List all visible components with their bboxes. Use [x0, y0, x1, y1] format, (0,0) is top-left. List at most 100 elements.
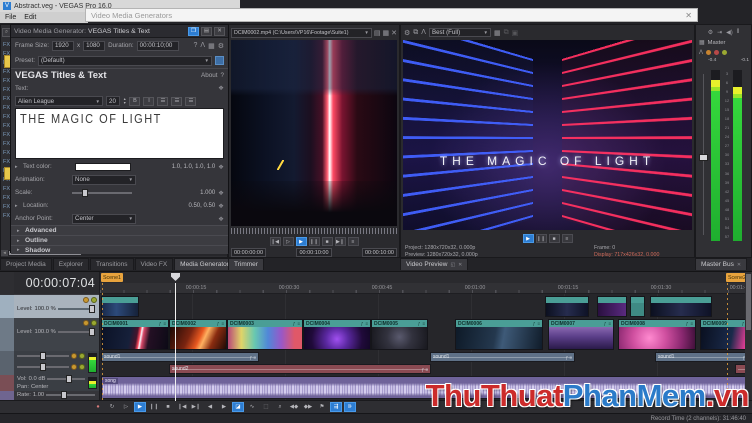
play-button[interactable]: ▶ — [134, 402, 146, 412]
font-size-field[interactable]: 20 — [106, 96, 120, 106]
insert-marker-button[interactable]: ⚑ — [316, 402, 328, 412]
video-clip[interactable]: DCIM0003 ƒ ≡ — [227, 319, 303, 350]
split-screen-icon[interactable]: ▦ — [494, 29, 501, 37]
track-header-audio1[interactable] — [14, 351, 99, 375]
mute-button[interactable] — [83, 320, 89, 326]
align-right-button[interactable]: ☰ — [185, 96, 197, 106]
clip-fx-icon[interactable]: ƒ — [604, 321, 607, 326]
animate-icon[interactable]: ❖ — [218, 84, 224, 92]
section-shadow[interactable]: ▸ Shadow — [11, 245, 228, 254]
next-frame-button[interactable]: ▶ — [218, 402, 230, 412]
mute-button[interactable] — [71, 364, 77, 370]
audio-track-sound1[interactable]: sound1ƒ ≡ sound1ƒ ≡ sound1ƒ ≡ — [100, 351, 745, 363]
animation-dropdown[interactable]: None ▼ — [72, 174, 136, 185]
enable-snapping-button[interactable]: ⊪ — [344, 402, 356, 412]
video-track[interactable]: DCIM0001 ƒ ≡ DCIM0002 ƒ ≡ DCIM0003 ƒ ≡ DCIM0004 ƒ ≡… — [100, 318, 745, 351]
level-slider[interactable] — [57, 328, 95, 336]
trimmer-waveform-strip[interactable] — [231, 228, 397, 234]
about-link[interactable]: About — [201, 72, 217, 79]
menu-edit[interactable]: Edit — [24, 14, 36, 21]
expander-icon[interactable]: ▸ — [15, 164, 20, 170]
clip-fx-icon[interactable]: ƒ — [361, 321, 364, 326]
trim-start-time[interactable]: 00:00:00:00 — [231, 248, 267, 257]
video-clip[interactable]: DCIM0008 ƒ ≡ — [618, 319, 696, 350]
help-icon[interactable]: ? — [194, 42, 198, 49]
floating-window-titlebar[interactable]: Video Media Generators ✕ — [85, 8, 698, 22]
audio-clip[interactable]: sound1ƒ ≡ — [655, 352, 745, 362]
section-advanced[interactable]: ▸ Advanced — [11, 225, 228, 235]
clip-menu-icon[interactable]: ≡ — [221, 321, 224, 326]
track-header-audio2[interactable]: Vol: 0.0 dB Pan: Center — [14, 375, 99, 391]
preview-video-frame[interactable]: THE MAGIC OF LIGHT — [403, 40, 692, 230]
audio-clip[interactable] — [735, 364, 745, 374]
pause-button[interactable]: ❙❙ — [148, 402, 160, 412]
font-family-dropdown[interactable]: Alien League ▼ — [15, 96, 103, 106]
fx-icon[interactable]: Λ — [699, 50, 703, 56]
marker[interactable]: Scene2 — [726, 273, 745, 282]
dialog-close-button[interactable]: ✕ — [214, 26, 225, 36]
layout-icon[interactable]: ⫴ — [737, 29, 740, 36]
audio-clip[interactable]: sound2 ƒ ≡ — [169, 364, 431, 374]
tab-transitions[interactable]: Transitions — [89, 258, 134, 270]
preview-pause-button[interactable]: ❙❙ — [535, 234, 547, 243]
clip-fx-icon[interactable]: ƒ — [293, 321, 296, 326]
marker-row[interactable]: Scene1 Scene2 — [100, 272, 745, 283]
section-outline[interactable]: ▸ Outline — [11, 235, 228, 245]
expander-icon[interactable]: ▸ — [15, 203, 20, 209]
vol-slider[interactable] — [47, 375, 85, 383]
gear-icon[interactable]: ⚙ — [218, 42, 224, 50]
title-clip[interactable] — [101, 296, 139, 317]
zoom-edit-tool-button[interactable]: ⌕ — [274, 402, 286, 412]
audio-clip[interactable]: sound1ƒ ≡ — [101, 352, 259, 362]
timeline-ruler[interactable]: 00:00:15 00:00:30 00:00:45 00:01:00 00:01:15… — [100, 283, 745, 294]
tab-project-media[interactable]: Project Media — [0, 258, 52, 270]
clip-fx-icon[interactable]: ƒ — [159, 321, 162, 326]
animate-icon[interactable]: ❖ — [218, 215, 224, 223]
mute-icon[interactable] — [706, 50, 712, 55]
trim-play-from-start-button[interactable]: ▷ — [282, 237, 294, 246]
tab-video-preview[interactable]: Video Preview ◱ ✕ — [400, 258, 469, 270]
loop-playback-button[interactable]: ↻ — [106, 402, 118, 412]
envelope-edit-tool-button[interactable]: ∿ — [246, 402, 258, 412]
clip-fx-icon[interactable]: ƒ ≡ — [250, 355, 256, 360]
play-from-start-button[interactable]: ▷ — [120, 402, 132, 412]
align-left-button[interactable]: ☰ — [157, 96, 169, 106]
duration-field[interactable]: 00:00:10;00 — [136, 40, 179, 51]
previous-marker-button[interactable]: ◀◆ — [288, 402, 300, 412]
close-icon[interactable]: ✕ — [685, 11, 692, 20]
trimmer-video-frame[interactable] — [231, 40, 397, 226]
mute-button[interactable] — [83, 297, 89, 303]
preview-stop-button[interactable]: ■ — [548, 234, 560, 243]
clip-menu-icon[interactable]: ≡ — [608, 321, 611, 326]
solo-button[interactable] — [91, 297, 97, 303]
clip-fx-icon[interactable]: ƒ — [533, 321, 536, 326]
clip-menu-icon[interactable]: ≡ — [163, 321, 166, 326]
menu-file[interactable]: File — [5, 14, 16, 21]
playhead[interactable] — [175, 283, 176, 401]
audio-track-sound2[interactable]: sound2 ƒ ≡ — [100, 363, 745, 375]
trim-end-time[interactable]: 00:00:10:00 — [296, 248, 332, 257]
title-clip[interactable] — [650, 296, 712, 317]
video-clip[interactable]: DCIM0001 ƒ ≡ — [101, 319, 169, 350]
audio-clip[interactable]: sound1ƒ ≡ — [430, 352, 575, 362]
stop-button[interactable]: ■ — [162, 402, 174, 412]
title-track[interactable] — [100, 295, 745, 318]
video-fx-icon[interactable]: Λ — [421, 29, 426, 36]
frame-width-field[interactable]: 1920 — [51, 40, 74, 51]
next-marker-button[interactable]: ◆▶ — [302, 402, 314, 412]
track3-color-tab[interactable] — [0, 351, 14, 375]
track-header-title[interactable]: Level: 100.0 % — [14, 295, 99, 318]
italic-button[interactable]: I — [143, 96, 155, 106]
solo-button[interactable] — [91, 320, 97, 326]
tab-close-icon[interactable]: ✕ — [737, 262, 741, 268]
clip-fx-icon[interactable]: ƒ — [742, 321, 745, 326]
anchor-point-dropdown[interactable]: Center ▼ — [72, 213, 136, 224]
video-clip[interactable]: DCIM0009ƒ≡ — [700, 319, 745, 350]
normal-edit-tool-button[interactable]: ◪ — [232, 402, 244, 412]
font-size-stepper[interactable]: ▲ ▼ — [123, 97, 126, 105]
previous-frame-button[interactable]: ◀ — [204, 402, 216, 412]
pin-button[interactable]: ❐ — [188, 26, 199, 36]
preview-menu-button[interactable]: ≡ — [561, 234, 573, 243]
title-clip[interactable] — [597, 296, 627, 317]
animate-icon[interactable]: ❖ — [218, 202, 224, 210]
